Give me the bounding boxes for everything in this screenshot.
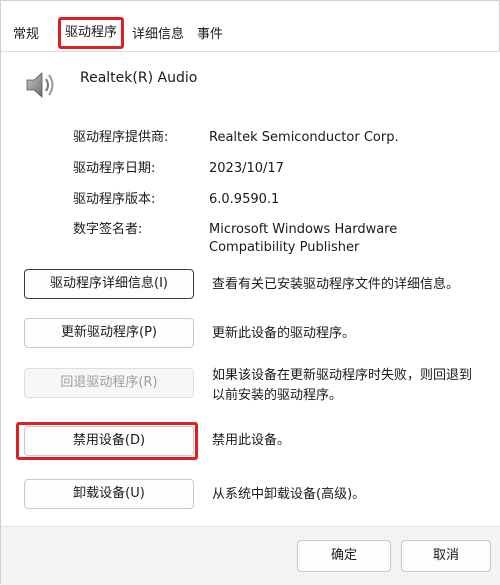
tab-bar: 常规 驱动程序 详细信息 事件 — [1, 17, 500, 51]
driver-date-label: 驱动程序日期: — [73, 161, 156, 176]
ok-button[interactable]: 确定 — [297, 540, 391, 572]
roll-back-driver-description: 如果该设备在更新驱动程序时失败，则回退到以前安装的驱动程序。 — [212, 368, 473, 403]
update-driver-description: 更新此设备的驱动程序。 — [212, 326, 356, 341]
digital-signer-value: Microsoft Windows Hardware Compatibility… — [209, 222, 398, 255]
tab-general[interactable]: 常规 — [13, 26, 39, 44]
digital-signer-label: 数字签名者: — [73, 222, 143, 237]
uninstall-device-description: 从系统中卸载设备(高级)。 — [212, 487, 366, 502]
driver-details-description: 查看有关已安装驱动程序文件的详细信息。 — [212, 277, 460, 292]
speaker-icon — [23, 68, 57, 102]
driver-version-label: 驱动程序版本: — [73, 192, 156, 207]
disable-device-description: 禁用此设备。 — [212, 433, 291, 448]
device-name: Realtek(R) Audio — [80, 70, 198, 86]
cancel-button[interactable]: 取消 — [401, 540, 491, 572]
driver-provider-label: 驱动程序提供商: — [73, 130, 169, 145]
driver-date-value: 2023/10/17 — [209, 161, 284, 176]
driver-version-value: 6.0.9590.1 — [209, 192, 280, 207]
tab-details[interactable]: 详细信息 — [132, 26, 184, 44]
tab-driver[interactable]: 驱动程序 — [58, 17, 124, 49]
device-properties-dialog: 常规 驱动程序 详细信息 事件 Realtek(R) Audio 驱动程序提供商… — [0, 0, 500, 585]
update-driver-button[interactable]: 更新驱动程序(P) — [24, 318, 194, 348]
driver-provider-value: Realtek Semiconductor Corp. — [209, 130, 399, 145]
driver-details-button[interactable]: 驱动程序详细信息(I) — [24, 269, 194, 299]
roll-back-driver-button[interactable]: 回退驱动程序(R) — [24, 368, 194, 398]
disable-device-highlight — [16, 422, 198, 460]
tab-events[interactable]: 事件 — [197, 26, 223, 44]
dialog-footer: 确定 取消 — [1, 526, 500, 585]
uninstall-device-button[interactable]: 卸载设备(U) — [24, 479, 194, 509]
